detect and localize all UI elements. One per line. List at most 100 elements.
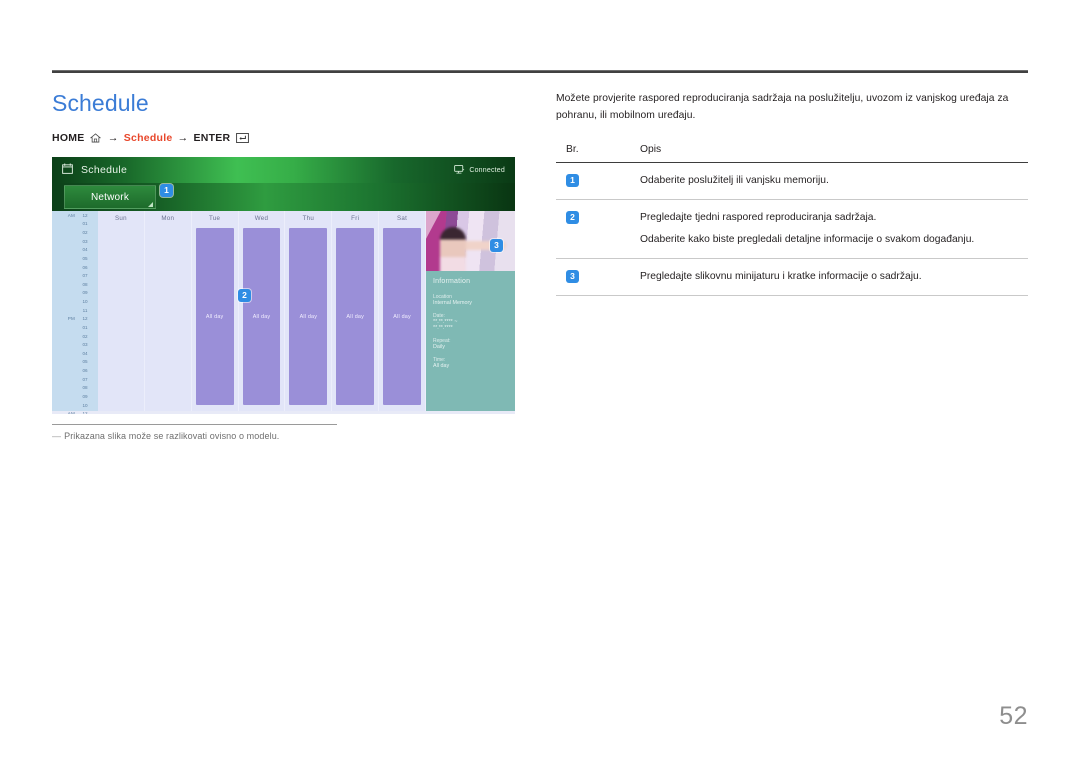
hour-label: 12 — [82, 316, 88, 322]
footnote-text: Prikazana slika može se razlikovati ovis… — [64, 431, 280, 441]
left-column: Schedule HOME → Schedule → ENTER Schedul… — [52, 88, 522, 441]
row-number-cell: 3 — [556, 258, 634, 296]
description-line: Pregledajte slikovnu minijaturu i kratke… — [640, 271, 922, 282]
screenshot-title: Schedule — [81, 164, 128, 176]
date-value-line-2: **.**.**** — [433, 325, 453, 331]
event-block[interactable]: All day — [383, 228, 422, 405]
day-header: Fri — [351, 215, 360, 222]
table-row: 2 Pregledajte tjedni raspored reproducir… — [556, 199, 1028, 259]
row-description-cell: Pregledajte slikovnu minijaturu i kratke… — [634, 258, 1028, 296]
network-source-button[interactable]: Network — [64, 185, 156, 209]
information-panel: 3 Information Location Internal Memory D… — [426, 211, 515, 411]
hour-label: 06 — [82, 264, 88, 270]
hour-label: 10 — [82, 299, 88, 305]
screenshot-topbar: Schedule Connected — [52, 157, 515, 183]
hour-label: 07 — [82, 376, 88, 382]
information-body: Information Location Internal Memory Dat… — [426, 271, 515, 369]
event-block[interactable]: All day — [195, 228, 234, 405]
hour-label: 08 — [82, 385, 88, 391]
breadcrumb: HOME → Schedule → ENTER — [52, 132, 522, 146]
hour-label: 09 — [82, 393, 88, 399]
hour-label: 04 — [82, 247, 88, 253]
event-block[interactable]: All day — [336, 228, 375, 405]
callout-badge-3: 3 — [490, 239, 503, 252]
location-key: Location — [433, 294, 452, 300]
home-icon — [89, 133, 101, 146]
event-block[interactable]: All day — [289, 228, 328, 405]
network-source-label: Network — [90, 191, 130, 203]
table-row: 1 Odaberite poslužitelj ili vanjsku memo… — [556, 162, 1028, 200]
row-badge-2: 2 — [566, 210, 579, 224]
hour-label: 01 — [82, 324, 88, 330]
event-label: All day — [205, 313, 224, 320]
hour-label: 03 — [82, 238, 88, 244]
event-label: All day — [393, 313, 411, 320]
breadcrumb-enter: ENTER — [193, 132, 231, 144]
time-value: All day — [433, 363, 450, 369]
row-description-cell: Pregledajte tjedni raspored reproduciran… — [634, 199, 1028, 259]
information-heading: Information — [433, 278, 471, 285]
day-column-sun[interactable]: Sun — [98, 211, 145, 411]
hour-label: 05 — [82, 255, 88, 261]
hour-label: 12 — [82, 212, 88, 218]
day-header: Mon — [161, 215, 175, 222]
hour-label: 05 — [82, 359, 88, 365]
location-value: Internal Memory — [433, 300, 472, 306]
intro-paragraph: Možete provjerite raspored reproduciranj… — [556, 93, 1009, 121]
event-block[interactable]: All day — [242, 228, 281, 405]
row-number-cell: 1 — [556, 162, 634, 200]
breadcrumb-home: HOME — [52, 132, 85, 144]
row-badge-1: 1 — [566, 173, 579, 187]
monitor-icon — [454, 164, 465, 176]
header-rule — [52, 70, 1028, 73]
time-axis: AM 12 01 02 03 04 05 06 07 08 09 10 11 PM… — [52, 211, 98, 414]
day-header: Wed — [254, 215, 269, 222]
callout-badge-2: 2 — [238, 289, 251, 302]
breadcrumb-current: Schedule — [123, 132, 173, 144]
hour-label: 08 — [82, 281, 88, 287]
day-header: Sat — [396, 215, 408, 222]
hour-label: 04 — [82, 350, 88, 356]
time-key: Time: — [433, 357, 446, 363]
footnote-rule — [52, 424, 337, 425]
hour-label: 11 — [82, 307, 88, 313]
connected-label: Connected — [469, 166, 505, 174]
connection-status: Connected — [454, 164, 505, 176]
hour-label: 06 — [82, 368, 88, 374]
document-page: Schedule HOME → Schedule → ENTER Schedul… — [0, 0, 1080, 763]
hour-label: 02 — [82, 333, 88, 339]
event-label: All day — [252, 313, 271, 320]
device-screenshot: Schedule Connected Network 1 AM 12 01 02… — [52, 157, 515, 414]
table-header-no: Br. — [556, 144, 634, 163]
hour-label: 09 — [82, 290, 88, 296]
description-table: Br. Opis 1 Odaberite poslužitelj ili van… — [556, 144, 1028, 296]
description-line: Odaberite poslužitelj ili vanjsku memori… — [640, 175, 829, 186]
page-number: 52 — [999, 702, 1028, 730]
meridiem-pm: PM — [67, 316, 75, 322]
row-description-cell: Odaberite poslužitelj ili vanjsku memori… — [634, 162, 1028, 200]
table-header-row: Br. Opis — [556, 144, 1028, 163]
day-column-wed[interactable]: Wed All day — [238, 211, 286, 411]
day-column-tue[interactable]: Tue All day — [191, 211, 239, 411]
day-column-fri[interactable]: Fri All day — [332, 211, 380, 411]
repeat-key: Repeat: — [433, 338, 451, 344]
description-line: Pregledajte tjedni raspored reproduciran… — [640, 212, 877, 223]
hour-label: 12 — [82, 411, 88, 414]
day-column-sat[interactable]: Sat All day — [379, 211, 427, 411]
day-header: Sun — [114, 215, 127, 222]
meridiem-am-bottom: AM — [67, 411, 75, 414]
meridiem-am-top: AM — [67, 212, 75, 218]
breadcrumb-arrow-2: → — [177, 132, 189, 144]
hour-label: 01 — [82, 221, 88, 227]
dropdown-corner-icon — [148, 202, 153, 207]
date-value: **.**.**** ~ **.**.**** — [433, 319, 508, 331]
row-number-cell: 2 — [556, 199, 634, 259]
calendar-icon — [62, 161, 73, 179]
day-header: Thu — [302, 215, 315, 222]
day-column-thu[interactable]: Thu All day — [285, 211, 333, 411]
hour-label: 02 — [82, 230, 88, 236]
description-line: Odaberite kako biste pregledali detaljne… — [640, 234, 975, 245]
day-column-mon[interactable]: Mon — [144, 211, 192, 411]
breadcrumb-arrow-1: → — [107, 132, 119, 144]
row-badge-3: 3 — [566, 269, 579, 283]
